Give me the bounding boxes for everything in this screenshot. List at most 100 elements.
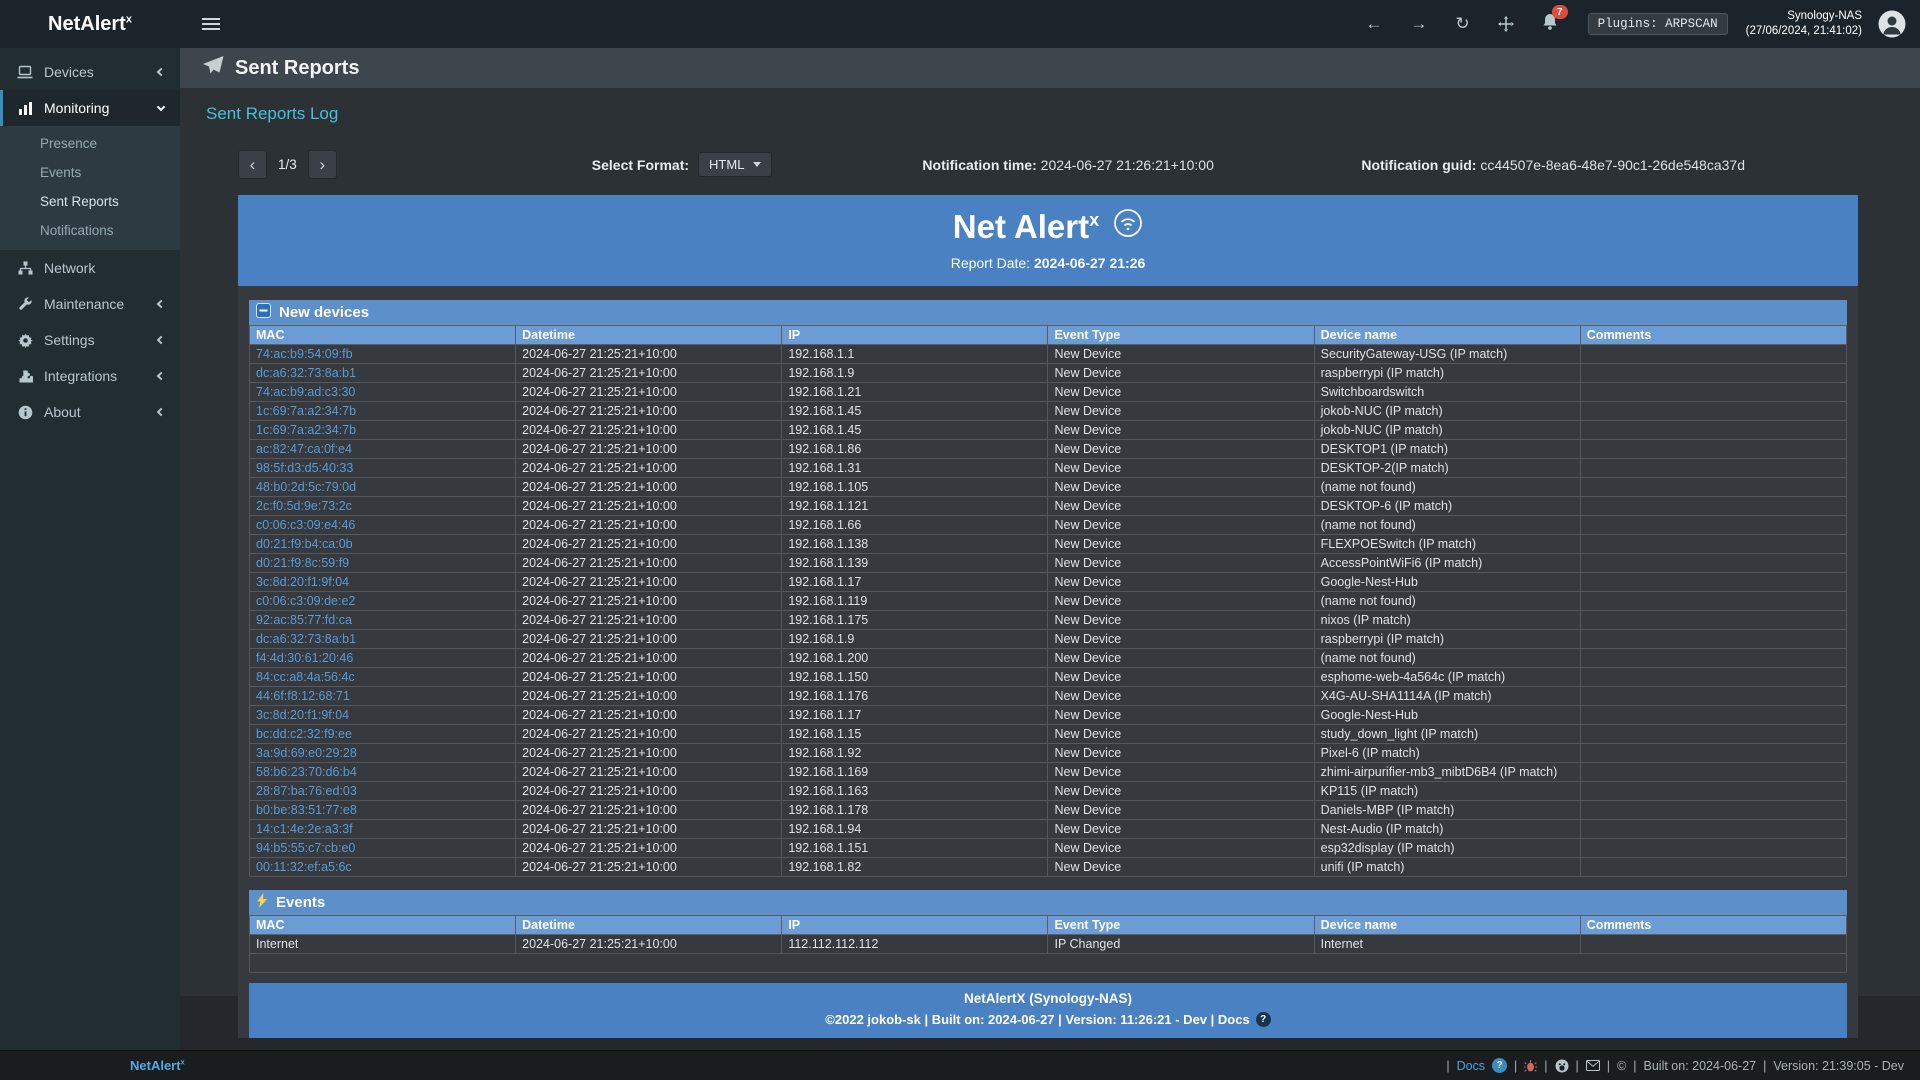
mac-link[interactable]: 98:5f:d3:d5:40:33 [256, 461, 353, 475]
cell: nixos (IP match) [1314, 611, 1580, 630]
sidebar-item-presence[interactable]: Presence [0, 129, 180, 158]
cell: 2024-06-27 21:25:21+10:00 [516, 364, 782, 383]
mac-link[interactable]: 58:b6:23:70:d6:b4 [256, 765, 357, 779]
table-row: 98:5f:d3:d5:40:332024-06-27 21:25:21+10:… [250, 459, 1847, 478]
mac-link[interactable]: 44:6f:f8:12:68:71 [256, 689, 350, 703]
mac-link[interactable]: d0:21:f9:8c:59:f9 [256, 556, 349, 570]
mac-link[interactable]: 94:b5:55:c7:cb:e0 [256, 841, 355, 855]
cell: 3c:8d:20:f1:9f:04 [250, 573, 516, 592]
sent-reports-log-link[interactable]: Sent Reports Log [206, 104, 338, 124]
mac-link[interactable]: 1c:69:7a:a2:34:7b [256, 423, 356, 437]
table-row: Internet2024-06-27 21:25:21+10:00112.112… [250, 935, 1847, 954]
move-icon[interactable] [1498, 16, 1514, 32]
forward-icon[interactable]: → [1410, 14, 1427, 34]
sidebar-item-integrations[interactable]: Integrations [0, 358, 180, 394]
main-area: Sent Reports Sent Reports Log ‹ 1/3 › Se… [180, 48, 1920, 1050]
mac-link[interactable]: b0:be:83:51:77:e8 [256, 803, 357, 817]
cell: 2024-06-27 21:25:21+10:00 [516, 516, 782, 535]
github-icon[interactable] [1555, 1059, 1569, 1073]
cell: New Device [1048, 402, 1314, 421]
cell: unifi (IP match) [1314, 858, 1580, 877]
refresh-icon[interactable]: ↻ [1455, 14, 1469, 34]
next-page-button[interactable]: › [308, 150, 337, 179]
cell: New Device [1048, 649, 1314, 668]
sidebar: Devices Monitoring Presence Events Sent … [0, 48, 180, 1050]
mac-link[interactable]: c0:06:c3:09:e4:46 [256, 518, 355, 532]
mac-link[interactable]: ac:82:47:ca:0f:e4 [256, 442, 352, 456]
mac-link[interactable]: 74:ac:b9:ad:c3:30 [256, 385, 355, 399]
prev-page-button[interactable]: ‹ [238, 150, 267, 179]
cell: New Device [1048, 782, 1314, 801]
cell: 2024-06-27 21:25:21+10:00 [516, 820, 782, 839]
mac-link[interactable]: 2c:f0:5d:9e:73:2c [256, 499, 352, 513]
sidebar-item-sent-reports[interactable]: Sent Reports [0, 187, 180, 216]
empty-row-cell [250, 954, 1847, 973]
cell: 1c:69:7a:a2:34:7b [250, 402, 516, 421]
cell: 2024-06-27 21:25:21+10:00 [516, 402, 782, 421]
footer-brand[interactable]: NetAlertx [130, 1058, 185, 1073]
cell: Daniels-MBP (IP match) [1314, 801, 1580, 820]
sidebar-toggle-button[interactable] [196, 11, 226, 37]
column-header: Comments [1580, 326, 1846, 345]
mac-link[interactable]: dc:a6:32:73:8a:b1 [256, 632, 356, 646]
app-logo[interactable]: NetAlertx [0, 13, 180, 36]
mac-link[interactable]: 1c:69:7a:a2:34:7b [256, 404, 356, 418]
mac-link[interactable]: bc:dd:c2:32:f9:ee [256, 727, 352, 741]
user-avatar[interactable] [1878, 10, 1906, 38]
sidebar-item-monitoring[interactable]: Monitoring [0, 90, 180, 126]
mac-link[interactable]: f4:4d:30:61:20:46 [256, 651, 353, 665]
sidebar-item-settings[interactable]: Settings [0, 322, 180, 358]
docs-question-icon[interactable]: ? [1256, 1012, 1271, 1027]
table-row: 48:b0:2d:5c:79:0d2024-06-27 21:25:21+10:… [250, 478, 1847, 497]
monitoring-submenu: Presence Events Sent Reports Notificatio… [0, 126, 180, 250]
cell [1580, 687, 1846, 706]
cell: New Device [1048, 535, 1314, 554]
mac-link[interactable]: dc:a6:32:73:8a:b1 [256, 366, 356, 380]
cell: 74:ac:b9:54:09:fb [250, 345, 516, 364]
table-row: 00:11:32:ef:a5:6c2024-06-27 21:25:21+10:… [250, 858, 1847, 877]
table-row: 92:ac:85:77:fd:ca2024-06-27 21:25:21+10:… [250, 611, 1847, 630]
mac-link[interactable]: 3a:9d:69:e0:29:28 [256, 746, 357, 760]
table-row: 1c:69:7a:a2:34:7b 2024-06-27 21:25:21+10:… [250, 402, 1847, 421]
page-title: Sent Reports [235, 57, 359, 80]
cell: 98:5f:d3:d5:40:33 [250, 459, 516, 478]
format-select[interactable]: HTML [698, 152, 772, 177]
docs-link[interactable]: Docs [1457, 1059, 1485, 1073]
mac-link[interactable]: 48:b0:2d:5c:79:0d [256, 480, 356, 494]
mac-link[interactable]: d0:21:f9:b4:ca:0b [256, 537, 353, 551]
sidebar-item-label: About [44, 404, 148, 420]
mac-link[interactable]: 28:87:ba:76:ed:03 [256, 784, 357, 798]
help-question-icon[interactable]: ? [1492, 1058, 1507, 1073]
chevron-left-icon [157, 372, 165, 380]
notifications-bell-icon[interactable]: 7 [1542, 13, 1558, 35]
format-group: Select Format: HTML [592, 152, 773, 177]
sidebar-item-events[interactable]: Events [0, 158, 180, 187]
mac-link[interactable]: 00:11:32:ef:a5:6c [256, 860, 352, 874]
cell: Google-Nest-Hub [1314, 573, 1580, 592]
cell: 28:87:ba:76:ed:03 [250, 782, 516, 801]
cell: d0:21:f9:8c:59:f9 [250, 554, 516, 573]
mac-link[interactable]: 3c:8d:20:f1:9f:04 [256, 708, 349, 722]
cell: 192.168.1.175 [782, 611, 1048, 630]
plugins-status-badge: Plugins: ARPSCAN [1588, 13, 1728, 35]
bug-report-icon[interactable] [1524, 1059, 1537, 1073]
sidebar-item-about[interactable]: About [0, 394, 180, 430]
events-band: Events [249, 890, 1847, 915]
mac-link[interactable]: c0:06:c3:09:de:e2 [256, 594, 355, 608]
mac-link[interactable]: 74:ac:b9:54:09:fb [256, 347, 353, 361]
sidebar-item-notifications[interactable]: Notifications [0, 216, 180, 245]
host-info: Synology-NAS (27/06/2024, 21:41:02) [1746, 9, 1862, 39]
column-header: MAC [250, 916, 516, 935]
sidebar-item-devices[interactable]: Devices [0, 54, 180, 90]
mail-icon[interactable] [1586, 1060, 1600, 1071]
back-icon[interactable]: ← [1365, 14, 1382, 34]
sidebar-item-maintenance[interactable]: Maintenance [0, 286, 180, 322]
mac-link[interactable]: 3c:8d:20:f1:9f:04 [256, 575, 349, 589]
mac-link[interactable]: 92:ac:85:77:fd:ca [256, 613, 352, 627]
cell: 192.168.1.119 [782, 592, 1048, 611]
mac-link[interactable]: 84:cc:a8:4a:56:4c [256, 670, 355, 684]
sidebar-item-network[interactable]: Network [0, 250, 180, 286]
cell: Internet [1314, 935, 1580, 954]
mac-link[interactable]: 14:c1:4e:2e:a3:3f [256, 822, 353, 836]
cell: 192.168.1.169 [782, 763, 1048, 782]
